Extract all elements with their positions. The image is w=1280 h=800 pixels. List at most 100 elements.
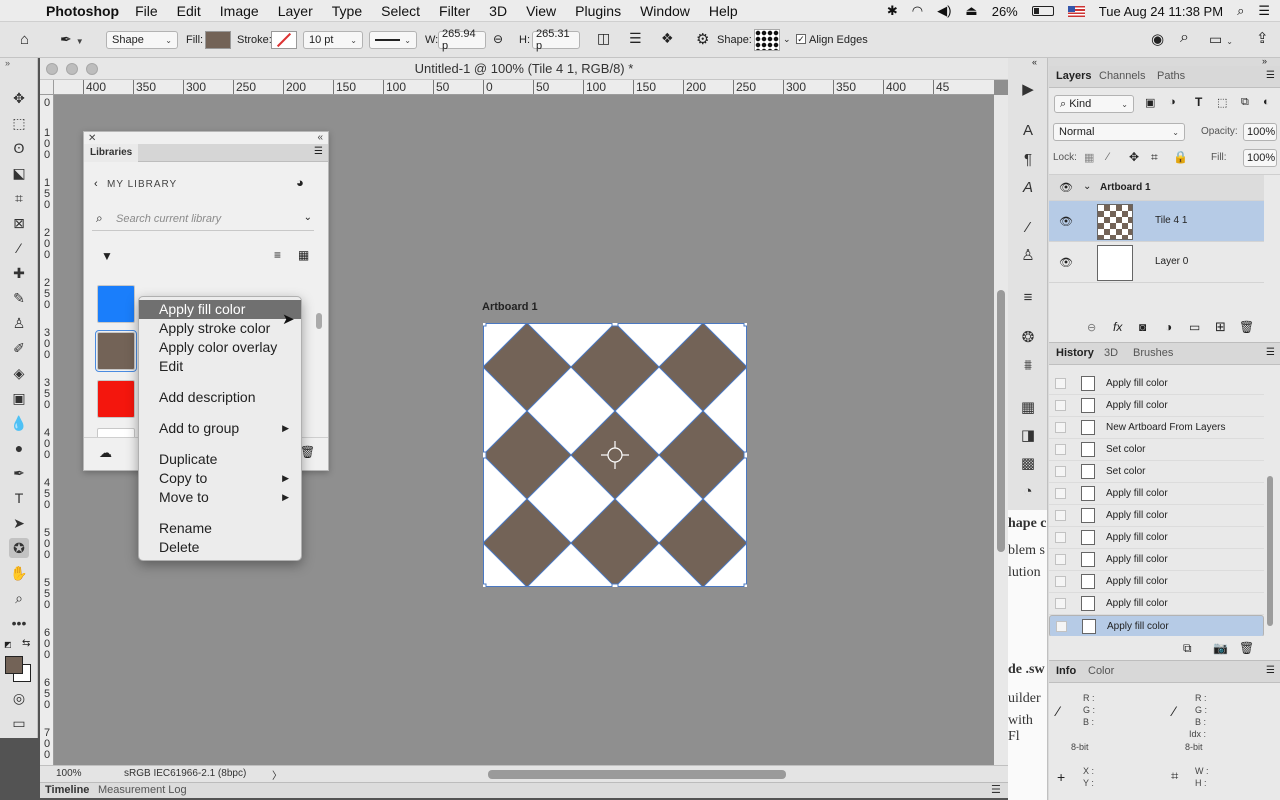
filter-type-icon[interactable]: T (1195, 95, 1202, 109)
marquee-tool-icon[interactable]: ⬚ (9, 113, 29, 133)
menu-plugins[interactable]: Plugins (575, 3, 621, 19)
history-snapshot-checkbox[interactable] (1055, 378, 1066, 389)
pen-tool-icon[interactable]: ✒ (9, 463, 29, 483)
quick-mask-icon[interactable]: ◎ (9, 688, 29, 708)
history-snapshot-checkbox[interactable] (1055, 510, 1066, 521)
tab-3d[interactable]: 3D (1104, 347, 1118, 359)
workspace-icon[interactable]: ▭ ⌄ (1209, 31, 1233, 48)
menu-item-copy-to[interactable]: Copy to ▶ (139, 469, 301, 488)
add-mask-icon[interactable]: ◙ (1139, 320, 1146, 334)
paragraph-panel-icon[interactable]: ¶ (1018, 150, 1038, 170)
eyedropper-icon[interactable]: ⁄ (1173, 703, 1175, 719)
panel-menu-icon[interactable]: ☰ (1266, 347, 1275, 358)
eject-icon[interactable]: ⏏ (965, 3, 977, 19)
crop-tool-icon[interactable]: ⌗ (9, 188, 29, 208)
menu-type[interactable]: Type (332, 3, 362, 19)
history-item[interactable]: Set color (1049, 461, 1264, 483)
type-tool-icon[interactable]: T (9, 488, 29, 508)
menu-item-edit[interactable]: Edit (139, 357, 301, 376)
navigator-icon[interactable]: ❂ (1018, 328, 1038, 348)
layer-row-tile-4-1[interactable]: 👁 Tile 4 1 (1049, 201, 1264, 242)
screen-mode-icon[interactable]: ▭ (9, 713, 29, 733)
zoom-tool-icon[interactable]: ⌕ (9, 588, 29, 608)
app-menu[interactable]: Photoshop (46, 3, 119, 19)
menu-item-apply-fill-color[interactable]: Apply fill color (139, 300, 301, 319)
swatch-red[interactable] (97, 380, 135, 418)
opacity-input[interactable]: 100%⌄ (1243, 123, 1280, 141)
fill-input[interactable]: 100%⌄ (1243, 149, 1280, 167)
history-item[interactable]: Set color (1049, 439, 1264, 461)
menu-file[interactable]: File (135, 3, 158, 19)
clone-stamp-tool-icon[interactable]: ♙ (9, 313, 29, 333)
menu-edit[interactable]: Edit (177, 3, 201, 19)
filter-pixel-icon[interactable]: ▣ (1145, 96, 1155, 109)
user-share-icon[interactable]: ◉ (1151, 30, 1164, 48)
hand-tool-icon[interactable]: ✋ (9, 563, 29, 583)
tab-info[interactable]: Info (1056, 665, 1076, 677)
history-item[interactable]: Apply fill color (1049, 593, 1264, 615)
expand-chevron-icon[interactable]: ⌄ (1083, 181, 1091, 192)
settings-gear-icon[interactable]: ⚙ (696, 30, 709, 48)
clock[interactable]: Tue Aug 24 11:38 PM (1099, 4, 1223, 19)
add-collaborator-icon[interactable]: ◕ (296, 175, 304, 190)
menu-3d[interactable]: 3D (489, 3, 507, 19)
history-scroll-thumb[interactable] (1267, 476, 1273, 626)
spotlight-icon[interactable]: ⌕ (1237, 3, 1244, 19)
stroke-type-select[interactable]: ⌄ (369, 31, 417, 49)
library-name[interactable]: MY LIBRARY (107, 179, 177, 190)
share-icon[interactable]: ⇪ (1256, 29, 1269, 47)
character-panel-icon[interactable]: A (1018, 121, 1038, 141)
history-item[interactable]: Apply fill color (1049, 527, 1264, 549)
history-item[interactable]: Apply fill color (1049, 483, 1264, 505)
gradient-tool-icon[interactable]: ▣ (9, 388, 29, 408)
lock-position-icon[interactable]: ✥ (1129, 150, 1139, 164)
visibility-eye-icon[interactable]: 👁 (1059, 181, 1073, 194)
pen-tool-preset-icon[interactable]: ✒ ▼ (60, 31, 84, 48)
history-snapshot-checkbox[interactable] (1055, 554, 1066, 565)
home-icon[interactable]: ⌂ (20, 31, 29, 48)
bluetooth-icon[interactable]: ✱ (887, 3, 898, 19)
library-search[interactable]: ⌕ Search current library ⌄ (92, 207, 314, 231)
panel-collapse-icon[interactable]: « (317, 132, 323, 143)
brush-tool-icon[interactable]: ✎ (9, 288, 29, 308)
tab-paths[interactable]: Paths (1157, 70, 1185, 82)
history-item-current[interactable]: Apply fill color (1049, 615, 1264, 636)
tool-mode-select[interactable]: Shape ⌄ (106, 31, 178, 49)
menu-layer[interactable]: Layer (278, 3, 313, 19)
history-item[interactable]: Apply fill color (1049, 395, 1264, 417)
adjustments-panel-icon[interactable]: ≡ (1018, 288, 1038, 308)
blend-mode-select[interactable]: Normal ⌄ (1053, 123, 1185, 141)
vertical-ruler[interactable]: 0 1 0 0 1 5 0 2 0 0 2 5 0 3 0 0 3 5 0 4 … (40, 95, 54, 765)
history-snapshot-checkbox[interactable] (1055, 422, 1066, 433)
menu-item-duplicate[interactable]: Duplicate (139, 450, 301, 469)
history-item[interactable]: Apply fill color (1049, 571, 1264, 593)
menu-image[interactable]: Image (220, 3, 259, 19)
panel-menu-icon[interactable]: ☰ (1266, 665, 1275, 676)
filter-smart-icon[interactable]: ⧉ (1241, 96, 1249, 109)
sort-icon[interactable]: ≡ (274, 248, 281, 262)
window-close-button[interactable] (46, 63, 58, 75)
tab-history[interactable]: History (1056, 347, 1094, 359)
panel-close-icon[interactable]: ✕ (88, 133, 96, 144)
menu-item-apply-color-overlay[interactable]: Apply color overlay (139, 338, 301, 357)
layer-filter-select[interactable]: ⌕ Kind ⌄ (1054, 95, 1134, 113)
menu-item-delete[interactable]: Delete (139, 538, 301, 557)
window-minimize-button[interactable] (66, 63, 78, 75)
object-selection-tool-icon[interactable]: ⬕ (9, 163, 29, 183)
history-snapshot-checkbox[interactable] (1055, 488, 1066, 499)
ruler-origin[interactable] (40, 80, 54, 95)
blur-tool-icon[interactable]: 💧 (9, 413, 29, 433)
menu-item-move-to[interactable]: Move to ▶ (139, 488, 301, 507)
snapshot-camera-icon[interactable]: 📷 (1213, 641, 1228, 655)
menu-item-rename[interactable]: Rename (139, 519, 301, 538)
history-snapshot-checkbox[interactable] (1055, 532, 1066, 543)
wifi-icon[interactable]: ◠ (912, 3, 923, 19)
swatch-blue[interactable] (97, 285, 135, 323)
brush-settings-icon[interactable]: ⁄ (1018, 218, 1038, 238)
collapse-toolbar-icon[interactable]: » (5, 58, 10, 68)
delete-icon[interactable]: 🗑 (300, 445, 315, 459)
fx-icon[interactable]: fx (1113, 320, 1122, 334)
filter-shape-icon[interactable]: ⬚ (1217, 96, 1227, 109)
lock-pixels-icon[interactable]: ⁄ (1107, 151, 1109, 163)
horizontal-scroll-thumb[interactable] (488, 770, 786, 779)
